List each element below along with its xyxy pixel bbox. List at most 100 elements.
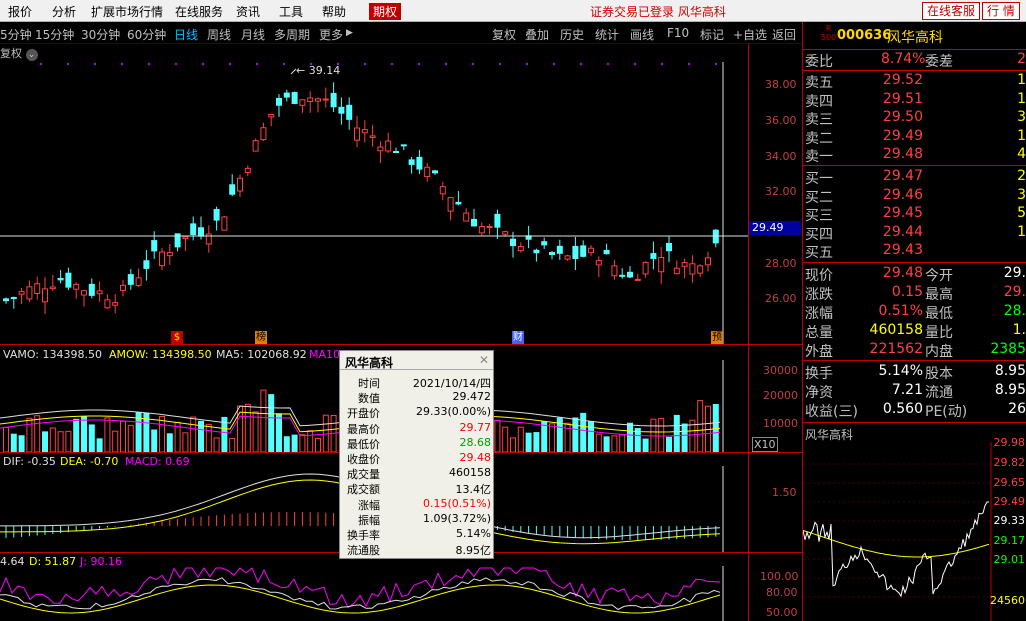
add-watchlist-button[interactable]: +自选 — [733, 26, 767, 43]
sell-level: 卖一 29.48 4 — [803, 146, 1026, 165]
period-toolbar: 5分钟 15分钟 30分钟 60分钟 日线 周线 月线 多周期 更多 ▶ 复权 … — [0, 22, 802, 44]
volume-bar — [611, 435, 618, 452]
stat-row-label2: 今开 — [925, 268, 953, 284]
candle-body — [3, 298, 9, 302]
marker-finance[interactable]: 财 — [512, 331, 524, 344]
period-5min[interactable]: 5分钟 — [0, 26, 32, 43]
stat-row-value2: 29. — [1003, 284, 1026, 300]
stat-row-label2: 量比 — [925, 325, 953, 341]
candle-body — [49, 286, 56, 290]
candle-body — [57, 277, 64, 281]
tooltip-value: 29.48 — [459, 451, 492, 464]
menu-online-service[interactable]: 在线服务 — [175, 3, 223, 20]
signal-dot — [40, 63, 42, 65]
menu-bar: 报价 分析 扩展市场行情 在线服务 资讯 工具 帮助 期权 证券交易已登录 风华… — [0, 0, 1026, 22]
price-pane — [0, 44, 802, 344]
marker-rank[interactable]: 榜 — [255, 331, 267, 344]
draw-line-button[interactable]: 画线 — [630, 26, 654, 43]
candle-body — [73, 283, 80, 290]
candle-body — [556, 245, 563, 254]
candle-body — [65, 272, 72, 288]
volume-bar — [588, 421, 594, 452]
adjust-button[interactable]: 复权 — [492, 26, 516, 43]
back-button[interactable]: 返回 — [772, 26, 796, 43]
online-support-button[interactable]: 在线客服 — [922, 2, 981, 20]
candle-body — [517, 245, 524, 252]
period-30min[interactable]: 30分钟 — [81, 26, 120, 43]
candle-body — [673, 267, 680, 275]
period-weekly[interactable]: 周线 — [207, 26, 231, 43]
f10-button[interactable]: F10 — [667, 26, 689, 40]
mark-button[interactable]: 标记 — [700, 26, 724, 43]
volume-bar — [268, 394, 275, 452]
overlay-button[interactable]: 叠加 — [525, 26, 549, 43]
y-tick: 38.00 — [765, 78, 797, 91]
buy-level-label: 买三 — [805, 208, 833, 225]
kdj-y-tick: 100.00 — [760, 570, 799, 583]
candle-body — [432, 170, 438, 174]
candle-body — [252, 140, 259, 152]
menu-extended-market[interactable]: 扩展市场行情 — [91, 3, 163, 20]
volume-bar — [159, 415, 165, 452]
period-daily[interactable]: 日线 — [174, 26, 198, 43]
candle-body — [642, 261, 649, 275]
stats-button[interactable]: 统计 — [595, 26, 619, 43]
buy-level-value: 29.45 — [882, 205, 923, 222]
marker-forecast[interactable]: 预 — [711, 331, 723, 344]
period-15min[interactable]: 15分钟 — [35, 26, 74, 43]
history-button[interactable]: 历史 — [560, 26, 584, 43]
tooltip-key: 最低价 — [347, 437, 380, 451]
menu-tools[interactable]: 工具 — [279, 3, 303, 20]
tooltip-value: 29.472 — [452, 390, 492, 404]
stat-row-label2: 流通 — [925, 385, 953, 401]
candle-body — [377, 146, 384, 152]
close-icon[interactable]: ✕ — [479, 353, 489, 367]
volume-bar — [658, 417, 665, 452]
menu-analysis[interactable]: 分析 — [52, 3, 76, 20]
candle-body — [143, 260, 150, 269]
tooltip-value: 28.68 — [459, 435, 492, 449]
signal-dot — [283, 63, 285, 65]
stock-name: 风华高科 — [887, 30, 943, 46]
candle-body — [439, 186, 446, 195]
volume-bar — [112, 430, 119, 452]
menu-news[interactable]: 资讯 — [236, 3, 260, 20]
candle-body — [572, 245, 579, 260]
vol-y-tick: 30000 — [763, 364, 798, 377]
stat-row-label: 总量 — [805, 325, 833, 341]
buy-level: 买三 29.45 5 — [803, 205, 1026, 224]
sell-level-label: 卖三 — [805, 112, 833, 129]
volume-bar — [299, 434, 306, 452]
period-60min[interactable]: 60分钟 — [127, 26, 166, 43]
period-more[interactable]: 更多 — [319, 26, 343, 43]
period-monthly[interactable]: 月线 — [241, 26, 265, 43]
buy-level-value2: 1 — [1017, 223, 1026, 240]
menu-quote[interactable]: 报价 — [8, 3, 32, 20]
volume-bar — [564, 422, 571, 452]
stat-row-label2: 最高 — [925, 287, 953, 303]
quote-button[interactable]: 行 情 — [982, 2, 1020, 20]
menu-options[interactable]: 期权 — [369, 3, 402, 20]
menu-help[interactable]: 帮助 — [322, 3, 346, 20]
candle-body — [276, 97, 282, 106]
candle-body — [299, 99, 306, 106]
candle-body — [416, 156, 423, 170]
sell-level: 卖二 29.49 1 — [803, 128, 1026, 147]
volume-bar — [104, 417, 111, 452]
volume-bar — [541, 421, 548, 452]
y-tick: 34.00 — [765, 150, 797, 163]
peak-label: ← 39.14 — [296, 64, 341, 77]
candle-body — [244, 167, 251, 173]
chevron-down-icon[interactable]: ▶ — [346, 28, 353, 38]
candle-body — [42, 288, 48, 303]
tooltip-key: 换手率 — [347, 529, 380, 542]
mini-chart-title: 风华高科 — [805, 428, 854, 442]
tooltip-value: 460158 — [449, 466, 491, 480]
stat-row-value: 5.14% — [878, 363, 923, 379]
stat-row: 换手 5.14% 股本 8.95 — [803, 363, 1026, 382]
candle-body — [494, 213, 501, 228]
period-multi[interactable]: 多周期 — [274, 26, 310, 43]
tooltip-row: 涨幅 0.15(0.51%) — [340, 497, 495, 512]
r-badge-number: 500 — [821, 33, 837, 42]
marker-dollar[interactable]: $ — [171, 331, 183, 344]
